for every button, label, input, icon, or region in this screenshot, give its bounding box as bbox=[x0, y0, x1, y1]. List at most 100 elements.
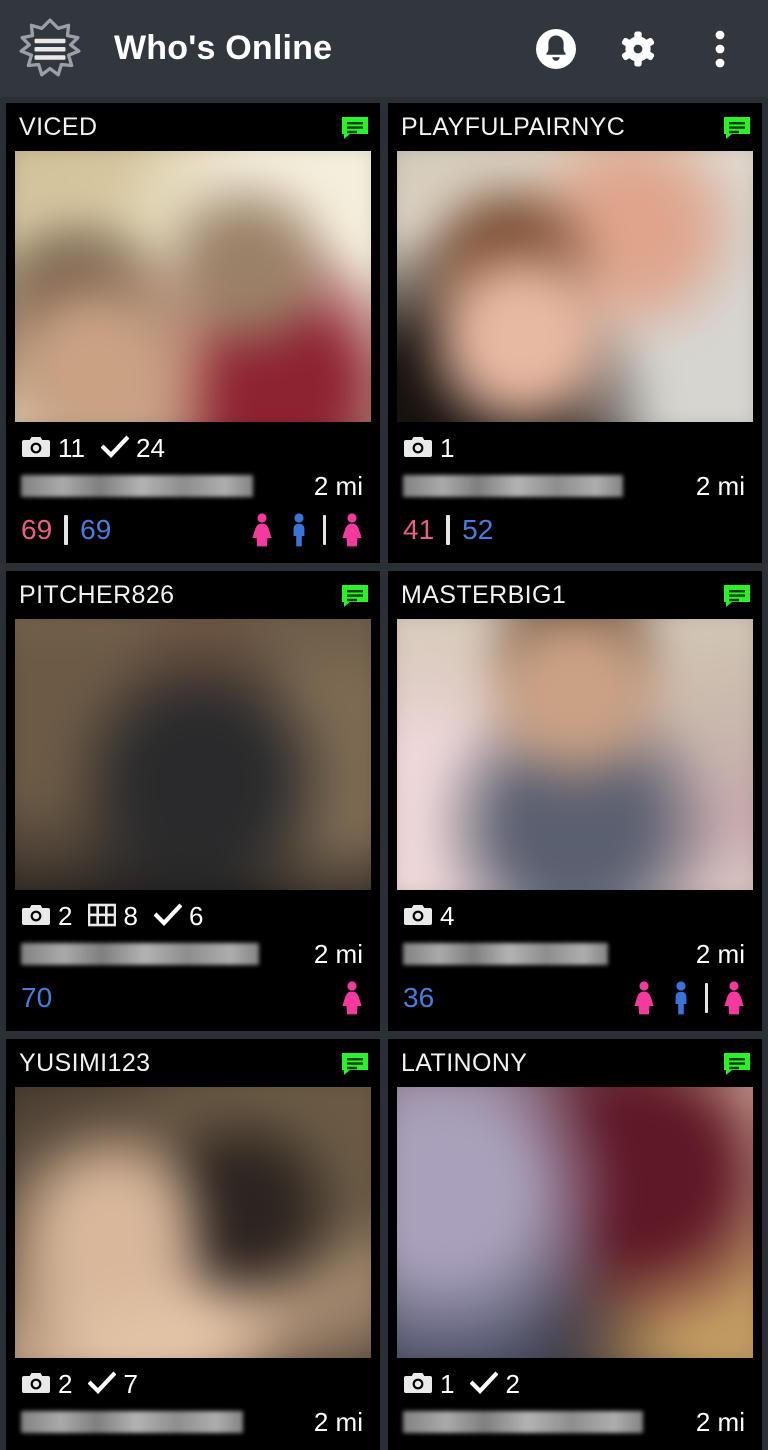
stat-value: 1 bbox=[440, 432, 455, 463]
stat-camera: 2 bbox=[21, 1368, 73, 1399]
overflow-menu-button[interactable] bbox=[694, 23, 746, 75]
stat-camera: 1 bbox=[403, 432, 455, 463]
gender-female-icon bbox=[342, 981, 362, 1015]
stat-film: 8 bbox=[88, 902, 138, 929]
stat-value: 4 bbox=[440, 900, 455, 931]
card-location-row: 2 mi bbox=[7, 1402, 379, 1442]
stat-value: 2 bbox=[58, 900, 73, 931]
check-icon bbox=[88, 1371, 117, 1395]
gender-male-icon bbox=[675, 981, 687, 1015]
profile-photo[interactable] bbox=[397, 1087, 753, 1358]
stat-value: 2 bbox=[58, 1368, 73, 1399]
age-female: 41 bbox=[403, 514, 435, 545]
profile-photo[interactable] bbox=[397, 151, 753, 422]
user-card[interactable]: VICED 11 24 2 mi 69 69 bbox=[6, 103, 380, 563]
profile-photo[interactable] bbox=[15, 619, 371, 890]
gear-icon bbox=[621, 31, 655, 66]
stat-check: 24 bbox=[101, 432, 165, 463]
chat-bubble-icon[interactable] bbox=[723, 584, 751, 608]
chat-bubble-icon[interactable] bbox=[723, 116, 751, 140]
ages-group: 41 52 bbox=[403, 514, 493, 546]
card-location-row: 2 mi bbox=[7, 934, 379, 974]
username-label: YUSIMI123 bbox=[19, 1049, 151, 1077]
location-redacted bbox=[403, 943, 608, 965]
profile-photo-image bbox=[397, 619, 753, 890]
profile-photo[interactable] bbox=[397, 619, 753, 890]
profile-photo-image bbox=[15, 619, 371, 890]
user-card[interactable]: MASTERBIG1 4 2 mi 36 bbox=[388, 571, 762, 1031]
age-male: 52 bbox=[462, 514, 494, 545]
profile-photo-image bbox=[15, 1087, 371, 1358]
ages-group: 69 69 bbox=[21, 514, 111, 546]
age-female: 69 bbox=[21, 514, 53, 545]
profile-photo-image bbox=[15, 151, 371, 422]
notifications-button[interactable] bbox=[530, 23, 582, 75]
age-divider bbox=[446, 515, 451, 545]
username-label: LATINONY bbox=[401, 1049, 528, 1077]
location-redacted bbox=[21, 1411, 243, 1433]
user-card[interactable]: YUSIMI123 2 7 2 mi bbox=[6, 1039, 380, 1450]
username-label: PITCHER826 bbox=[19, 581, 175, 609]
distance-label: 2 mi bbox=[695, 1406, 745, 1437]
card-bottom-row: 36 bbox=[389, 974, 761, 1030]
camera-icon bbox=[21, 435, 51, 459]
card-stats-row: 4 bbox=[389, 890, 761, 934]
menu-button[interactable] bbox=[14, 13, 86, 85]
camera-icon bbox=[404, 904, 432, 925]
user-card[interactable]: PITCHER826 2 8 6 2 mi 70 bbox=[6, 571, 380, 1031]
camera-icon bbox=[22, 436, 50, 457]
stat-check: 7 bbox=[88, 1368, 138, 1399]
username-label: VICED bbox=[19, 113, 98, 141]
genders-group bbox=[249, 513, 365, 547]
camera-icon bbox=[22, 1372, 50, 1393]
distance-label: 2 mi bbox=[313, 938, 363, 969]
stat-check: 6 bbox=[153, 900, 204, 931]
check-icon bbox=[101, 435, 129, 458]
gender-male-icon bbox=[293, 513, 305, 547]
card-stats-row: 2 7 bbox=[7, 1358, 379, 1402]
bell-icon bbox=[536, 28, 576, 69]
chat-bubble-icon[interactable] bbox=[723, 1052, 751, 1076]
chat-bubble-icon[interactable] bbox=[341, 584, 369, 608]
app-bar-actions bbox=[530, 23, 746, 75]
settings-button[interactable] bbox=[612, 23, 664, 75]
stat-value: 24 bbox=[136, 432, 165, 463]
gender-divider bbox=[323, 515, 326, 545]
card-header: LATINONY bbox=[389, 1040, 761, 1087]
profile-photo[interactable] bbox=[15, 1087, 371, 1358]
camera-icon bbox=[22, 904, 50, 925]
distance-label: 2 mi bbox=[695, 470, 745, 501]
age-single: 70 bbox=[21, 982, 53, 1013]
card-stats-row: 1 bbox=[389, 422, 761, 466]
chat-bubble-icon[interactable] bbox=[341, 116, 369, 140]
profile-photo-image bbox=[397, 1087, 753, 1358]
card-location-row: 2 mi bbox=[389, 1402, 761, 1442]
more-vertical-icon bbox=[715, 30, 725, 67]
age-divider bbox=[64, 515, 69, 545]
hamburger-burst-icon bbox=[19, 17, 81, 76]
check-icon bbox=[153, 903, 182, 926]
online-users-grid: VICED 11 24 2 mi 69 69 PLAYFULPAIRNYC 1 … bbox=[0, 97, 768, 1450]
profile-photo[interactable] bbox=[15, 151, 371, 422]
user-card[interactable]: PLAYFULPAIRNYC 1 2 mi 41 52 bbox=[388, 103, 762, 563]
distance-label: 2 mi bbox=[313, 1406, 363, 1437]
user-card[interactable]: LATINONY 1 2 2 mi bbox=[388, 1039, 762, 1450]
card-location-row: 2 mi bbox=[389, 466, 761, 506]
distance-label: 2 mi bbox=[695, 938, 745, 969]
page-title: Who's Online bbox=[114, 29, 333, 67]
location-redacted bbox=[403, 1411, 643, 1433]
stat-value: 7 bbox=[123, 1368, 138, 1399]
card-bottom-row: 70 bbox=[7, 974, 379, 1030]
camera-icon bbox=[404, 436, 432, 457]
stat-camera: 11 bbox=[21, 434, 85, 461]
camera-icon bbox=[21, 1371, 51, 1395]
chat-bubble-icon[interactable] bbox=[341, 1052, 369, 1076]
app-bar: Who's Online bbox=[0, 0, 768, 97]
stat-value: 6 bbox=[188, 900, 204, 931]
genders-group bbox=[339, 981, 365, 1015]
gender-female-icon bbox=[252, 513, 272, 547]
stat-camera: 1 bbox=[403, 1368, 455, 1399]
check-icon bbox=[88, 1371, 117, 1394]
stat-value: 1 bbox=[440, 1368, 455, 1399]
check-icon bbox=[153, 903, 182, 927]
